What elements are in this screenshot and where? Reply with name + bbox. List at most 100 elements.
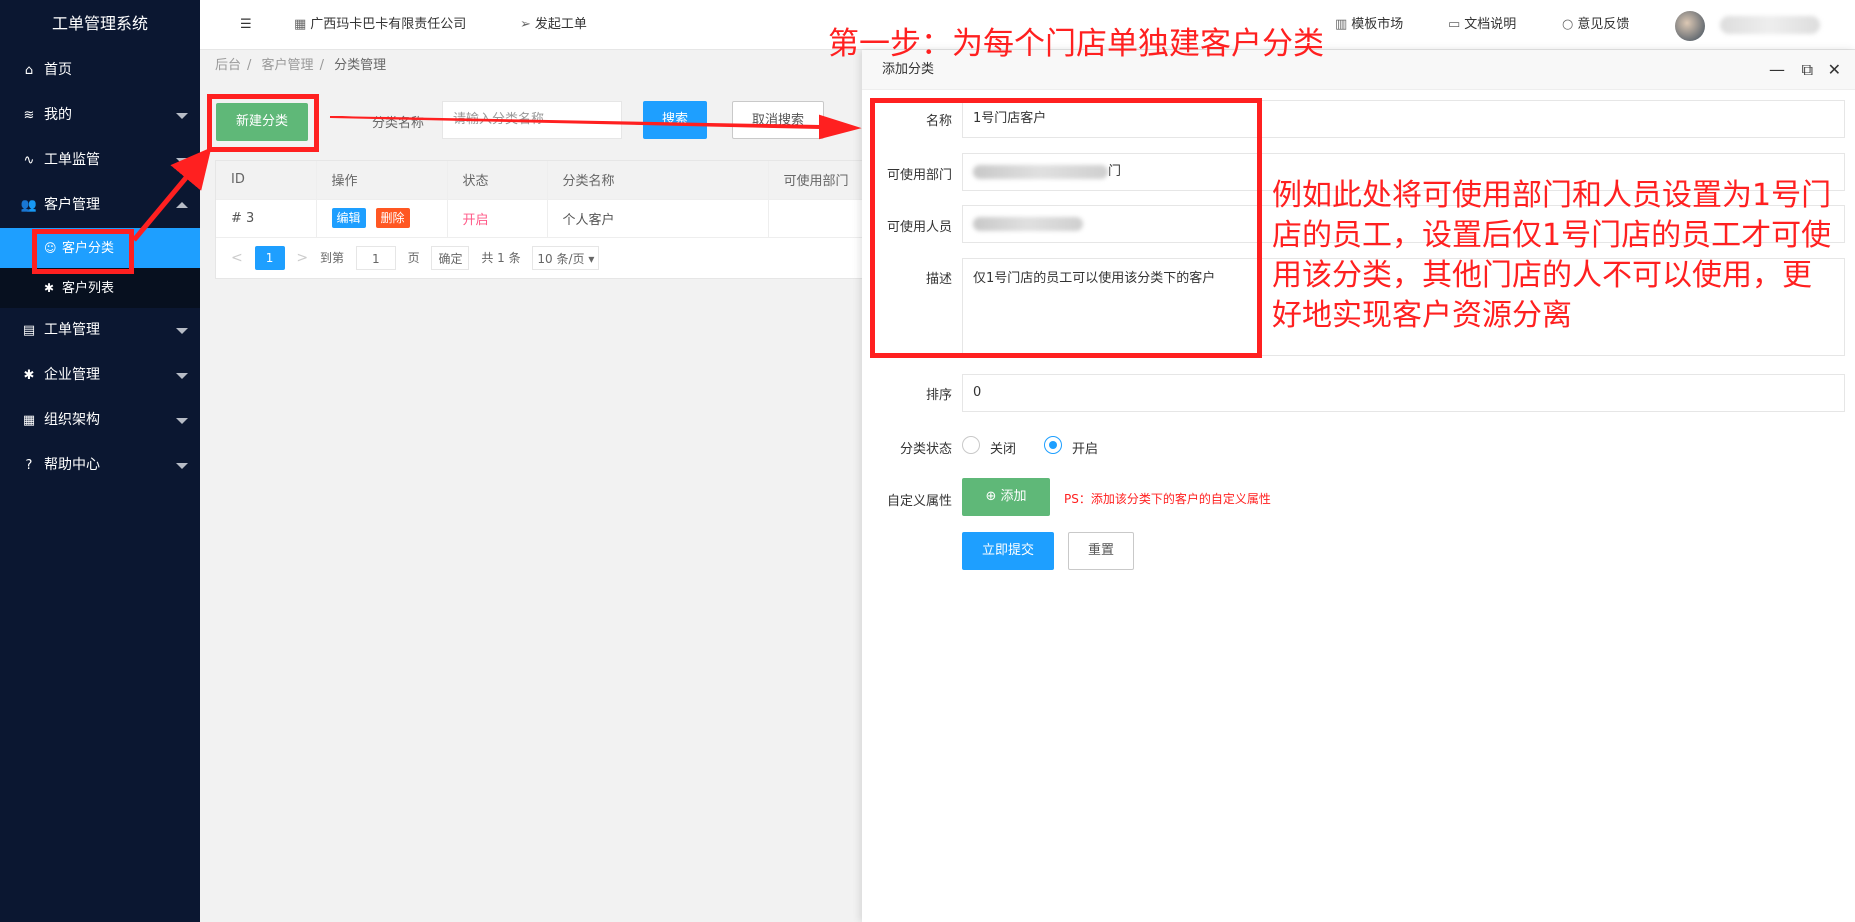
company-switcher[interactable]: ▦ 广西玛卡巴卡有限责任公司 bbox=[294, 0, 466, 50]
sidebar-item-home[interactable]: ⌂ 首页 bbox=[0, 48, 200, 93]
avatar[interactable] bbox=[1675, 11, 1705, 41]
sidebar-item-label: 工单监管 bbox=[44, 152, 100, 168]
sort-label: 排序 bbox=[925, 388, 952, 403]
chevron-up-icon bbox=[176, 202, 188, 208]
sidebar-item-mine[interactable]: ≋ 我的 bbox=[0, 93, 200, 138]
plus-circle-icon: ⊕ bbox=[985, 489, 997, 504]
submit-button[interactable]: 立即提交 bbox=[962, 532, 1054, 570]
current-page[interactable]: 1 bbox=[254, 245, 285, 270]
cell-id: # 3 bbox=[216, 199, 317, 238]
sidebar-item-customer-list[interactable]: ✱ 客户列表 bbox=[0, 268, 200, 308]
sidebar-item-org[interactable]: ▦ 组织架构 bbox=[0, 398, 200, 443]
chat-icon: ○ bbox=[1562, 17, 1574, 32]
add-attribute-label: 添加 bbox=[1000, 489, 1027, 504]
sidebar-item-label: 工单管理 bbox=[44, 322, 100, 338]
total-count: 共 1 条 bbox=[481, 251, 521, 265]
search-placeholder: 请输入分类名称 bbox=[453, 112, 545, 127]
cancel-search-button[interactable]: 取消搜索 bbox=[732, 101, 824, 139]
column-header-name[interactable]: 分类名称 bbox=[547, 161, 769, 200]
users-icon: 👥 bbox=[20, 198, 38, 213]
help-icon: ? bbox=[25, 458, 33, 473]
sidebar: 工单管理系统 ⌂ 首页 ≋ 我的 ∿ 工单监管 👥 客户管理 ☺ 客户分类 ✱ 客户列表 ▤… bbox=[0, 0, 200, 922]
gear-icon: ✱ bbox=[44, 281, 55, 295]
app-title: 工单管理系统 bbox=[51, 14, 148, 33]
chevron-down-icon bbox=[176, 463, 188, 469]
sidebar-item-ticket-mgmt[interactable]: ▤ 工单管理 bbox=[0, 308, 200, 353]
pagination: < 1 > 到第 1 页 确定 共 1 条 10 条/页 ▾ bbox=[216, 238, 864, 278]
table-header-row: ID 操作 状态 分类名称 可使用部门 bbox=[216, 161, 864, 200]
username-blurred[interactable] bbox=[1720, 16, 1820, 34]
sidebar-item-label: 企业管理 bbox=[44, 367, 100, 383]
layers-icon: ≋ bbox=[23, 108, 35, 123]
chevron-down-icon bbox=[176, 328, 188, 334]
sidebar-item-ticket-monitor[interactable]: ∿ 工单监管 bbox=[0, 138, 200, 183]
sort-field[interactable]: 0 bbox=[962, 374, 1845, 412]
prev-page-icon[interactable]: < bbox=[231, 250, 243, 266]
template-market-label: 模板市场 bbox=[1351, 17, 1404, 32]
annotation-body: 例如此处将可使用部门和人员设置为1号门店的员工，设置后仅1号门店的员工才可使用该… bbox=[1272, 178, 1832, 333]
highlight-box-sidebar bbox=[32, 229, 134, 274]
next-page-icon[interactable]: > bbox=[296, 250, 308, 266]
breadcrumb-current: 分类管理 bbox=[334, 58, 387, 73]
docs-link[interactable]: ▭ 文档说明 bbox=[1448, 0, 1516, 50]
column-header-id[interactable]: ID bbox=[216, 161, 317, 200]
feedback-link[interactable]: ○ 意见反馈 bbox=[1562, 0, 1629, 50]
cell-actions: 编辑 删除 bbox=[316, 199, 448, 238]
chevron-down-icon bbox=[176, 373, 188, 379]
send-icon: ➢ bbox=[520, 17, 531, 32]
column-header-dept[interactable]: 可使用部门 bbox=[768, 161, 864, 200]
docs-label: 文档说明 bbox=[1464, 17, 1517, 32]
close-icon[interactable]: ✕ bbox=[1828, 50, 1841, 90]
breadcrumb-item[interactable]: 后台 bbox=[215, 58, 241, 73]
sidebar-item-enterprise-mgmt[interactable]: ✱ 企业管理 bbox=[0, 353, 200, 398]
table-row: # 3 编辑 删除 开启 个人客户 bbox=[216, 199, 864, 238]
company-name: 广西玛卡巴卡有限责任公司 bbox=[310, 17, 467, 32]
search-button[interactable]: 搜索 bbox=[643, 101, 707, 139]
category-search-input[interactable]: 请输入分类名称 bbox=[442, 101, 622, 139]
page-confirm-button[interactable]: 确定 bbox=[431, 245, 470, 270]
breadcrumb: 后台 / 客户管理 / 分类管理 bbox=[215, 58, 387, 73]
gear-icon: ✱ bbox=[23, 368, 35, 383]
category-name-label: 分类名称 bbox=[372, 116, 425, 131]
sidebar-item-customer-mgmt[interactable]: 👥 客户管理 bbox=[0, 183, 200, 228]
maximize-icon[interactable]: ⧉ bbox=[1802, 50, 1813, 90]
edit-button[interactable]: 编辑 bbox=[331, 208, 366, 228]
column-header-actions: 操作 bbox=[316, 161, 448, 200]
sidebar-item-label: 帮助中心 bbox=[44, 457, 100, 473]
clipboard-icon: ▤ bbox=[22, 323, 36, 338]
book-icon: ▭ bbox=[1448, 17, 1461, 32]
status-off-label[interactable]: 关闭 bbox=[990, 438, 1016, 457]
add-attribute-button[interactable]: ⊕ 添加 bbox=[962, 478, 1050, 516]
grid-icon: ▦ bbox=[294, 17, 307, 32]
sidebar-item-label: 客户列表 bbox=[62, 281, 115, 296]
template-market-link[interactable]: ▥ 模板市场 bbox=[1335, 0, 1403, 50]
page-size-select[interactable]: 10 条/页 ▾ bbox=[532, 245, 600, 270]
status-on-label[interactable]: 开启 bbox=[1072, 438, 1098, 457]
delete-button[interactable]: 删除 bbox=[375, 208, 410, 228]
cell-name: 个人客户 bbox=[547, 199, 769, 238]
page-input[interactable]: 1 bbox=[355, 245, 396, 270]
chevron-down-icon bbox=[176, 113, 188, 119]
status-on-radio[interactable] bbox=[1044, 436, 1062, 454]
column-header-status[interactable]: 状态 bbox=[447, 161, 548, 200]
home-icon: ⌂ bbox=[24, 63, 34, 78]
ps-note: PS：添加该分类下的客户的自定义属性 bbox=[1064, 492, 1271, 506]
page-unit: 页 bbox=[407, 251, 420, 265]
sidebar-item-label: 客户管理 bbox=[44, 197, 100, 213]
highlight-box-new-button bbox=[207, 94, 319, 152]
menu-toggle-icon[interactable]: ☰ bbox=[240, 0, 252, 50]
reset-button[interactable]: 重置 bbox=[1068, 532, 1134, 570]
dialog-title: 添加分类 bbox=[882, 62, 935, 77]
create-ticket-link[interactable]: ➢ 发起工单 bbox=[520, 0, 587, 50]
breadcrumb-item[interactable]: 客户管理 bbox=[262, 58, 314, 73]
minimize-icon[interactable]: — bbox=[1769, 50, 1785, 90]
pulse-icon: ∿ bbox=[23, 153, 35, 168]
status-label: 分类状态 bbox=[899, 442, 952, 457]
category-table: ID 操作 状态 分类名称 可使用部门 # 3 编辑 删除 开启 个人客户 < 1… bbox=[215, 160, 865, 279]
custom-attr-label: 自定义属性 bbox=[886, 494, 952, 509]
status-off-radio[interactable] bbox=[962, 436, 980, 454]
feedback-label: 意见反馈 bbox=[1577, 17, 1630, 32]
sidebar-item-help[interactable]: ? 帮助中心 bbox=[0, 443, 200, 488]
page-size-value: 10 条/页 bbox=[537, 251, 585, 266]
annotation-title: 第一步：为每个门店单独建客户分类 bbox=[828, 26, 1324, 62]
